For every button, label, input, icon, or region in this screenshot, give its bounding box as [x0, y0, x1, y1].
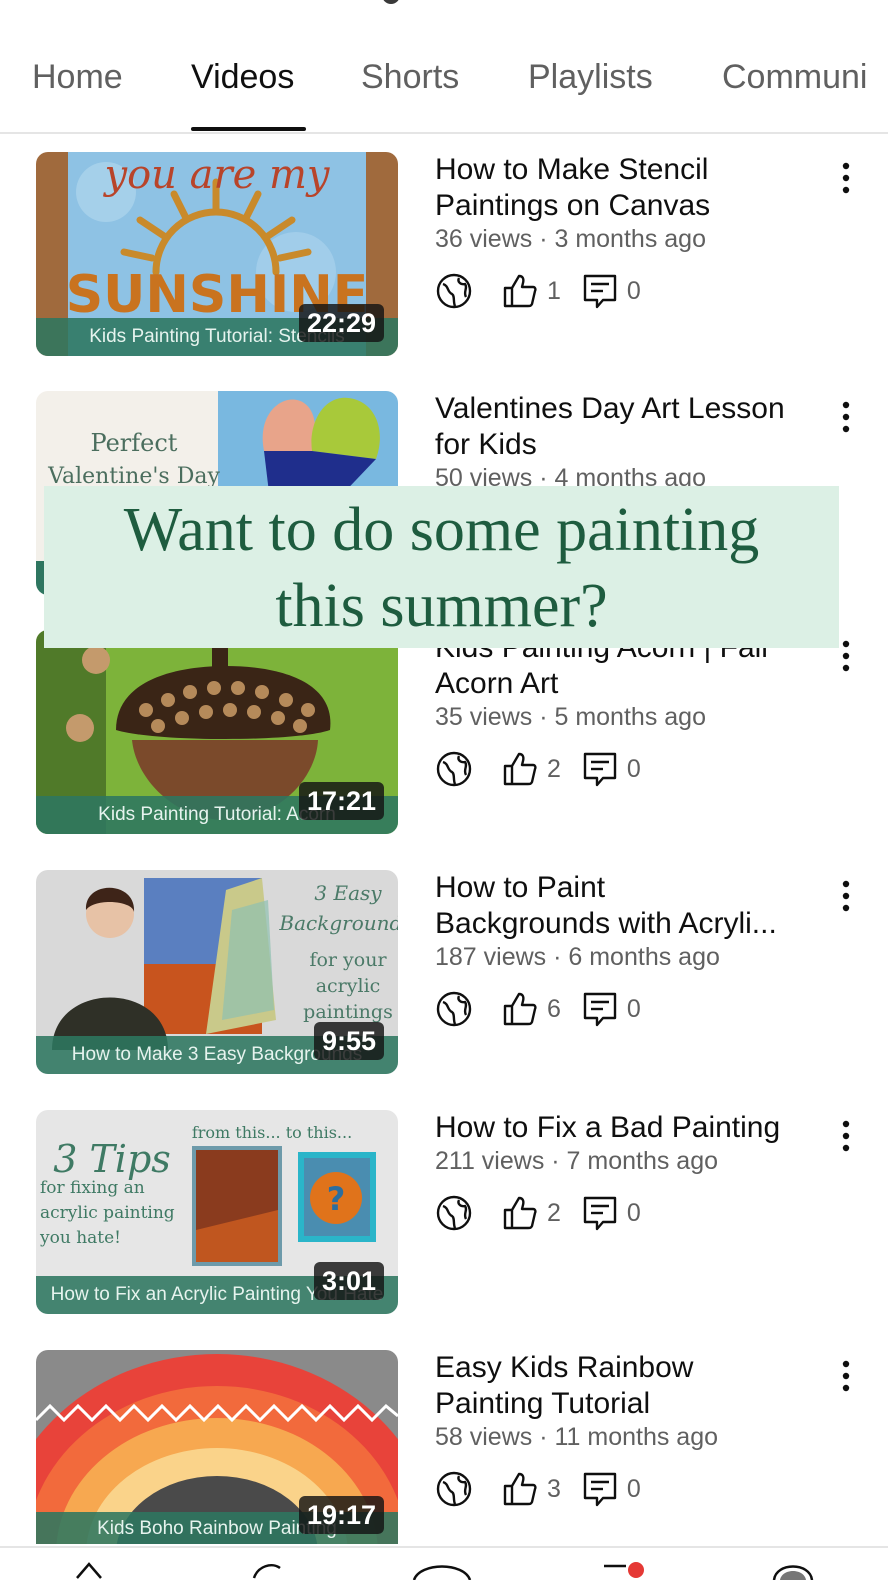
- comment-icon[interactable]: [581, 750, 619, 788]
- video-meta: 211 views · 7 months ago: [435, 1147, 719, 1175]
- video-info: Valentines Day Art Lesson for Kids 50 vi…: [435, 391, 825, 493]
- comment-count: 0: [626, 1198, 641, 1227]
- video-thumbnail[interactable]: ? 3 Tips for fixing an acrylic painting …: [36, 1110, 398, 1314]
- video-row: Kids Painting Tutorial: Acorn 17:21 Kids…: [0, 630, 888, 840]
- video-stats: 6 0: [435, 989, 825, 1029]
- thumbs-up-icon[interactable]: [501, 272, 539, 310]
- svg-text:acrylic: acrylic: [316, 975, 381, 997]
- more-options-icon[interactable]: [834, 399, 858, 435]
- comment-icon[interactable]: [581, 272, 619, 310]
- comment-count: 0: [626, 754, 641, 783]
- banner-line-1: Want to do some painting: [123, 496, 760, 564]
- home-nav-icon[interactable]: [74, 1558, 104, 1580]
- like-count: 1: [547, 276, 561, 305]
- thumbs-up-icon[interactable]: [501, 1470, 539, 1508]
- like-count: 3: [547, 1474, 561, 1503]
- promo-overlay-banner: Want to do some painting this summer?: [44, 486, 839, 648]
- globe-icon: [436, 273, 472, 309]
- video-title[interactable]: How to Fix a Bad Painting: [435, 1110, 825, 1146]
- like-count: 6: [547, 994, 561, 1023]
- video-duration: 22:29: [298, 304, 384, 342]
- video-info: How to Paint Backgrounds with Acryli... …: [435, 870, 825, 1029]
- comment-count: 0: [626, 276, 641, 305]
- svg-text:acrylic painting: acrylic painting: [40, 1203, 175, 1223]
- video-thumbnail[interactable]: Kids Painting Tutorial: Acorn 17:21: [36, 630, 398, 834]
- thumbs-up-icon[interactable]: [501, 990, 539, 1028]
- comment-icon[interactable]: [581, 990, 619, 1028]
- tab-home[interactable]: Home: [32, 58, 123, 97]
- video-duration: 3:01: [313, 1262, 384, 1300]
- video-stats: 1 0: [435, 271, 825, 311]
- bottom-navigation: [0, 1546, 888, 1580]
- video-thumbnail[interactable]: 3 Easy Backgrounds for your acrylic pain…: [36, 870, 398, 1074]
- comment-count: 0: [626, 994, 641, 1023]
- svg-text:Backgrounds: Backgrounds: [278, 911, 398, 935]
- tab-shorts[interactable]: Shorts: [361, 58, 459, 97]
- svg-text:?: ?: [327, 1180, 346, 1218]
- active-tab-indicator: [191, 127, 306, 131]
- banner-line-2: this summer?: [275, 572, 608, 640]
- like-count: 2: [547, 754, 561, 783]
- more-options-icon[interactable]: [834, 1358, 858, 1394]
- video-row: you are my SUNSHINE Kids Painting Tutori…: [0, 152, 888, 362]
- video-info: How to Make Stencil Paintings on Canvas …: [435, 152, 825, 311]
- svg-text:Perfect: Perfect: [91, 429, 178, 457]
- video-duration: 17:21: [298, 782, 384, 820]
- video-stats: 2 0: [435, 749, 825, 789]
- video-title[interactable]: Valentines Day Art Lesson for Kids: [435, 391, 825, 463]
- video-duration: 19:17: [298, 1496, 384, 1534]
- comment-icon[interactable]: [581, 1194, 619, 1232]
- more-options-icon[interactable]: [834, 878, 858, 914]
- comment-count: 0: [626, 1474, 641, 1503]
- video-meta: 187 views · 6 months ago: [435, 943, 720, 971]
- video-thumbnail[interactable]: you are my SUNSHINE Kids Painting Tutori…: [36, 152, 398, 356]
- thumbs-up-icon[interactable]: [501, 750, 539, 788]
- video-row: ? 3 Tips for fixing an acrylic painting …: [0, 1110, 888, 1320]
- more-options-icon[interactable]: [834, 160, 858, 196]
- video-meta: 58 views · 11 months ago: [435, 1423, 719, 1451]
- create-nav-icon[interactable]: [410, 1558, 474, 1580]
- svg-text:for fixing an: for fixing an: [40, 1178, 145, 1198]
- video-info: How to Fix a Bad Painting 211 views · 7 …: [435, 1110, 825, 1233]
- tab-videos[interactable]: Videos: [191, 58, 294, 97]
- video-stats: 2 0: [435, 1193, 825, 1233]
- svg-text:3 Easy: 3 Easy: [314, 881, 382, 905]
- video-meta: 36 views · 3 months ago: [435, 225, 706, 253]
- like-count: 2: [547, 1198, 561, 1227]
- svg-text:for your: for your: [309, 949, 387, 971]
- video-thumbnail[interactable]: Kids Boho Rainbow Painting 19:17: [36, 1350, 398, 1544]
- video-title[interactable]: How to Make Stencil Paintings on Canvas: [435, 152, 825, 224]
- subscriptions-nav-icon[interactable]: [600, 1558, 646, 1580]
- tab-community[interactable]: Communi: [722, 58, 867, 97]
- thumbs-up-icon[interactable]: [501, 1194, 539, 1232]
- globe-icon: [436, 751, 472, 787]
- shorts-nav-icon[interactable]: [250, 1558, 284, 1580]
- svg-text:you are my: you are my: [102, 152, 330, 198]
- svg-text:from this... to this...: from this... to this...: [192, 1123, 352, 1142]
- video-info: Easy Kids Rainbow Painting Tutorial 58 v…: [435, 1350, 825, 1509]
- video-meta: 35 views · 5 months ago: [435, 703, 706, 731]
- svg-text:3 Tips: 3 Tips: [53, 1137, 171, 1181]
- globe-icon: [436, 1195, 472, 1231]
- channel-tabs: Home Videos Shorts Playlists Communi: [0, 0, 888, 134]
- avatar-nav-icon[interactable]: [770, 1558, 816, 1580]
- video-duration: 9:55: [313, 1022, 384, 1060]
- video-title[interactable]: How to Paint Backgrounds with Acryli...: [435, 870, 825, 942]
- globe-icon: [436, 1471, 472, 1507]
- more-options-icon[interactable]: [834, 1118, 858, 1154]
- globe-icon: [436, 991, 472, 1027]
- video-row: Kids Boho Rainbow Painting 19:17 Easy Ki…: [0, 1350, 888, 1560]
- svg-text:you hate!: you hate!: [39, 1228, 121, 1248]
- video-stats: 3 0: [435, 1469, 825, 1509]
- header-fragment: [382, 0, 400, 4]
- comment-icon[interactable]: [581, 1470, 619, 1508]
- video-row: 3 Easy Backgrounds for your acrylic pain…: [0, 870, 888, 1080]
- svg-text:paintings: paintings: [303, 1001, 393, 1023]
- video-info: Kids Painting Acorn | Fall Acorn Art 35 …: [435, 630, 825, 789]
- video-title[interactable]: Easy Kids Rainbow Painting Tutorial: [435, 1350, 825, 1422]
- tab-playlists[interactable]: Playlists: [528, 58, 653, 97]
